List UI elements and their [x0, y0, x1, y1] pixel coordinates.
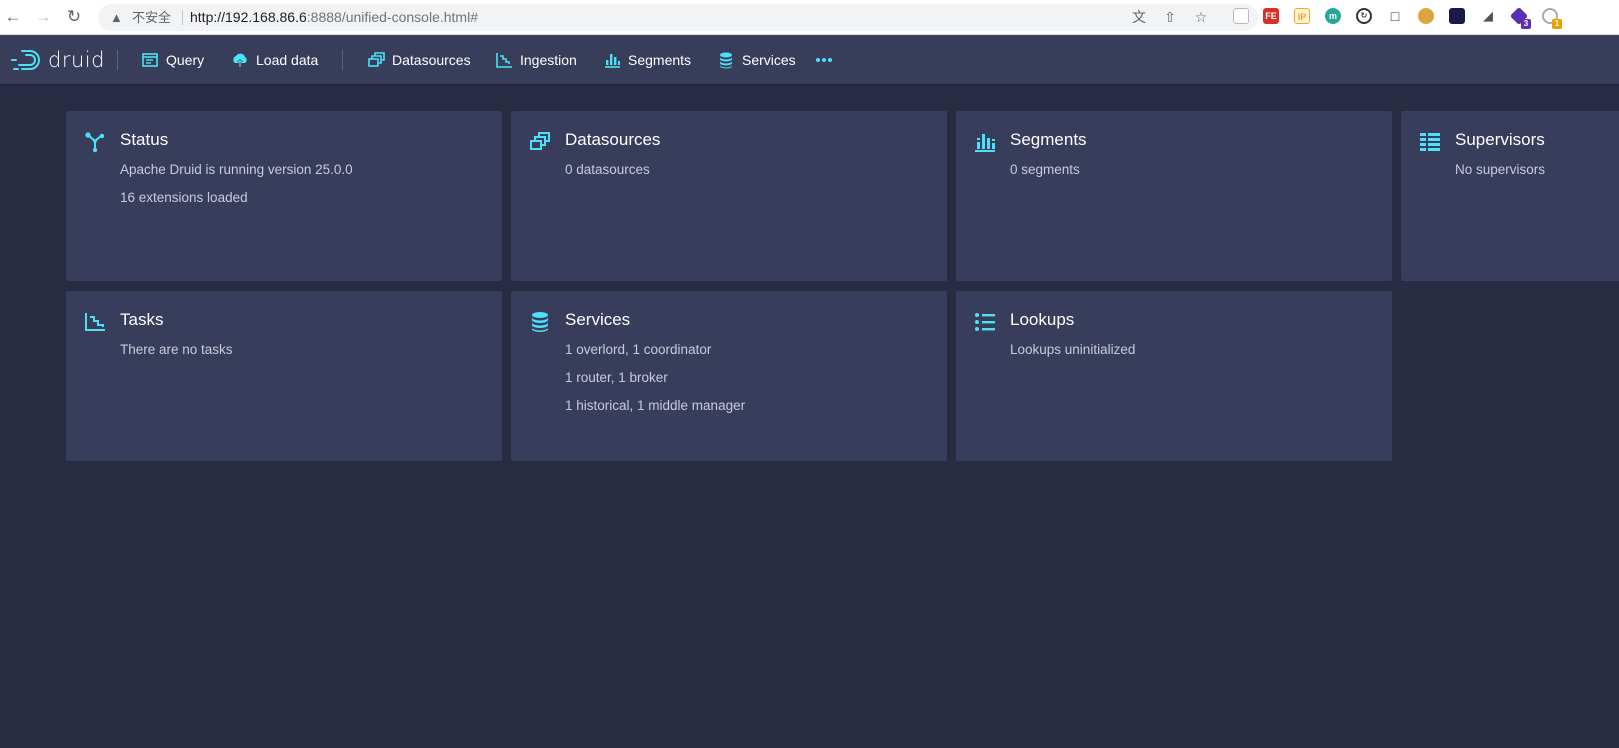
fe-extension-icon[interactable]: FE — [1263, 8, 1279, 24]
card-text: No supervisors — [1455, 162, 1546, 177]
card-text: 1 router, 1 broker — [565, 370, 668, 385]
segments-icon — [605, 54, 620, 68]
card-text: 1 overlord, 1 coordinator — [565, 342, 712, 357]
app-header: druid Query Load data Datasources Ingest… — [0, 35, 1619, 85]
nav-ingestion[interactable]: Ingestion — [495, 48, 577, 72]
card-text: 16 extensions loaded — [120, 190, 248, 205]
cookie-extension-icon[interactable] — [1418, 8, 1434, 24]
list-icon — [975, 313, 995, 331]
datasources-icon — [530, 132, 550, 150]
card-text: 1 historical, 1 middle manager — [565, 398, 746, 413]
cloud-upload-icon — [233, 53, 247, 67]
supervisors-icon — [1420, 133, 1440, 151]
card-lookups[interactable]: Lookups Lookups uninitialized — [956, 291, 1392, 461]
nav-label: Load data — [256, 52, 319, 68]
card-title: Services — [565, 310, 631, 329]
laptop-extension-icon[interactable]: □ — [1387, 8, 1403, 24]
forward-icon[interactable]: → — [33, 7, 53, 27]
warning-icon[interactable]: ▲ — [110, 8, 123, 27]
nav-label: Segments — [628, 52, 692, 68]
extension-badge: 1 — [1552, 19, 1562, 29]
nav-load-data[interactable]: Load data — [231, 48, 318, 72]
reload-icon[interactable]: ↻ — [64, 7, 84, 27]
translate-icon[interactable]: 文 — [1130, 8, 1148, 26]
card-title: Status — [120, 130, 169, 149]
ingestion-icon — [496, 53, 512, 68]
nav-label: Services — [742, 52, 796, 68]
grid-extension-icon[interactable] — [1449, 8, 1465, 24]
card-title: Segments — [1010, 130, 1087, 149]
card-text: Lookups uninitialized — [1010, 342, 1136, 357]
database-icon — [532, 312, 548, 332]
share-icon[interactable]: ⇧ — [1161, 8, 1179, 26]
divider — [342, 50, 343, 70]
nav-label: Query — [166, 52, 205, 68]
query-icon — [142, 53, 158, 67]
card-title: Supervisors — [1455, 130, 1545, 149]
card-tasks[interactable]: Tasks There are no tasks — [66, 291, 502, 461]
url-text[interactable]: http://192.168.86.6:8888/unified-console… — [190, 8, 478, 27]
nav-label: Ingestion — [520, 52, 577, 68]
address-bar[interactable]: ▲ 不安全 http://192.168.86.6:8888/unified-c… — [98, 4, 1258, 31]
shield-extension-icon[interactable] — [1233, 8, 1249, 24]
extension-badge: 3 — [1521, 19, 1531, 29]
datasources-icon — [368, 52, 385, 67]
nav-label: Datasources — [392, 52, 471, 68]
divider — [182, 10, 183, 25]
divider — [117, 50, 118, 70]
database-icon — [720, 52, 732, 69]
nav-segments[interactable]: Segments — [603, 48, 691, 72]
druid-logo-icon — [11, 50, 40, 70]
druid-logo[interactable]: druid — [10, 45, 105, 75]
card-title: Datasources — [565, 130, 661, 149]
logo-text: druid — [48, 48, 105, 72]
card-datasources[interactable]: Datasources 0 datasources — [511, 111, 947, 281]
not-secure-label[interactable]: 不安全 — [132, 8, 171, 27]
book-extension-icon[interactable]: ◢ — [1480, 8, 1496, 24]
card-services[interactable]: Services 1 overlord, 1 coordinator 1 rou… — [511, 291, 947, 461]
browser-toolbar: ← → ↻ ▲ 不安全 http://192.168.86.6:8888/uni… — [0, 0, 1619, 35]
tasks-icon — [85, 313, 105, 331]
card-title: Tasks — [120, 310, 164, 329]
nav-datasources[interactable]: Datasources — [367, 48, 471, 72]
ip-extension-icon[interactable]: IP — [1294, 8, 1310, 24]
card-text: There are no tasks — [120, 342, 233, 357]
card-text: 0 datasources — [565, 162, 650, 177]
m-extension-icon[interactable]: m — [1325, 8, 1341, 24]
card-title: Lookups — [1010, 310, 1075, 329]
status-icon — [85, 132, 105, 153]
more-icon — [816, 58, 832, 62]
card-supervisors[interactable]: Supervisors No supervisors — [1401, 111, 1619, 281]
nav-services[interactable]: Services — [717, 48, 796, 72]
circle-extension-icon[interactable]: ↻ — [1356, 8, 1372, 24]
card-text: 0 segments — [1010, 162, 1080, 177]
card-status[interactable]: Status Apache Druid is running version 2… — [66, 111, 502, 281]
more-button[interactable] — [814, 48, 834, 72]
back-icon[interactable]: ← — [3, 7, 23, 27]
bookmark-star-icon[interactable]: ☆ — [1192, 8, 1210, 26]
nav-query[interactable]: Query — [141, 48, 204, 72]
segments-icon — [975, 134, 995, 152]
card-text: Apache Druid is running version 25.0.0 — [120, 162, 353, 177]
card-segments[interactable]: Segments 0 segments — [956, 111, 1392, 281]
